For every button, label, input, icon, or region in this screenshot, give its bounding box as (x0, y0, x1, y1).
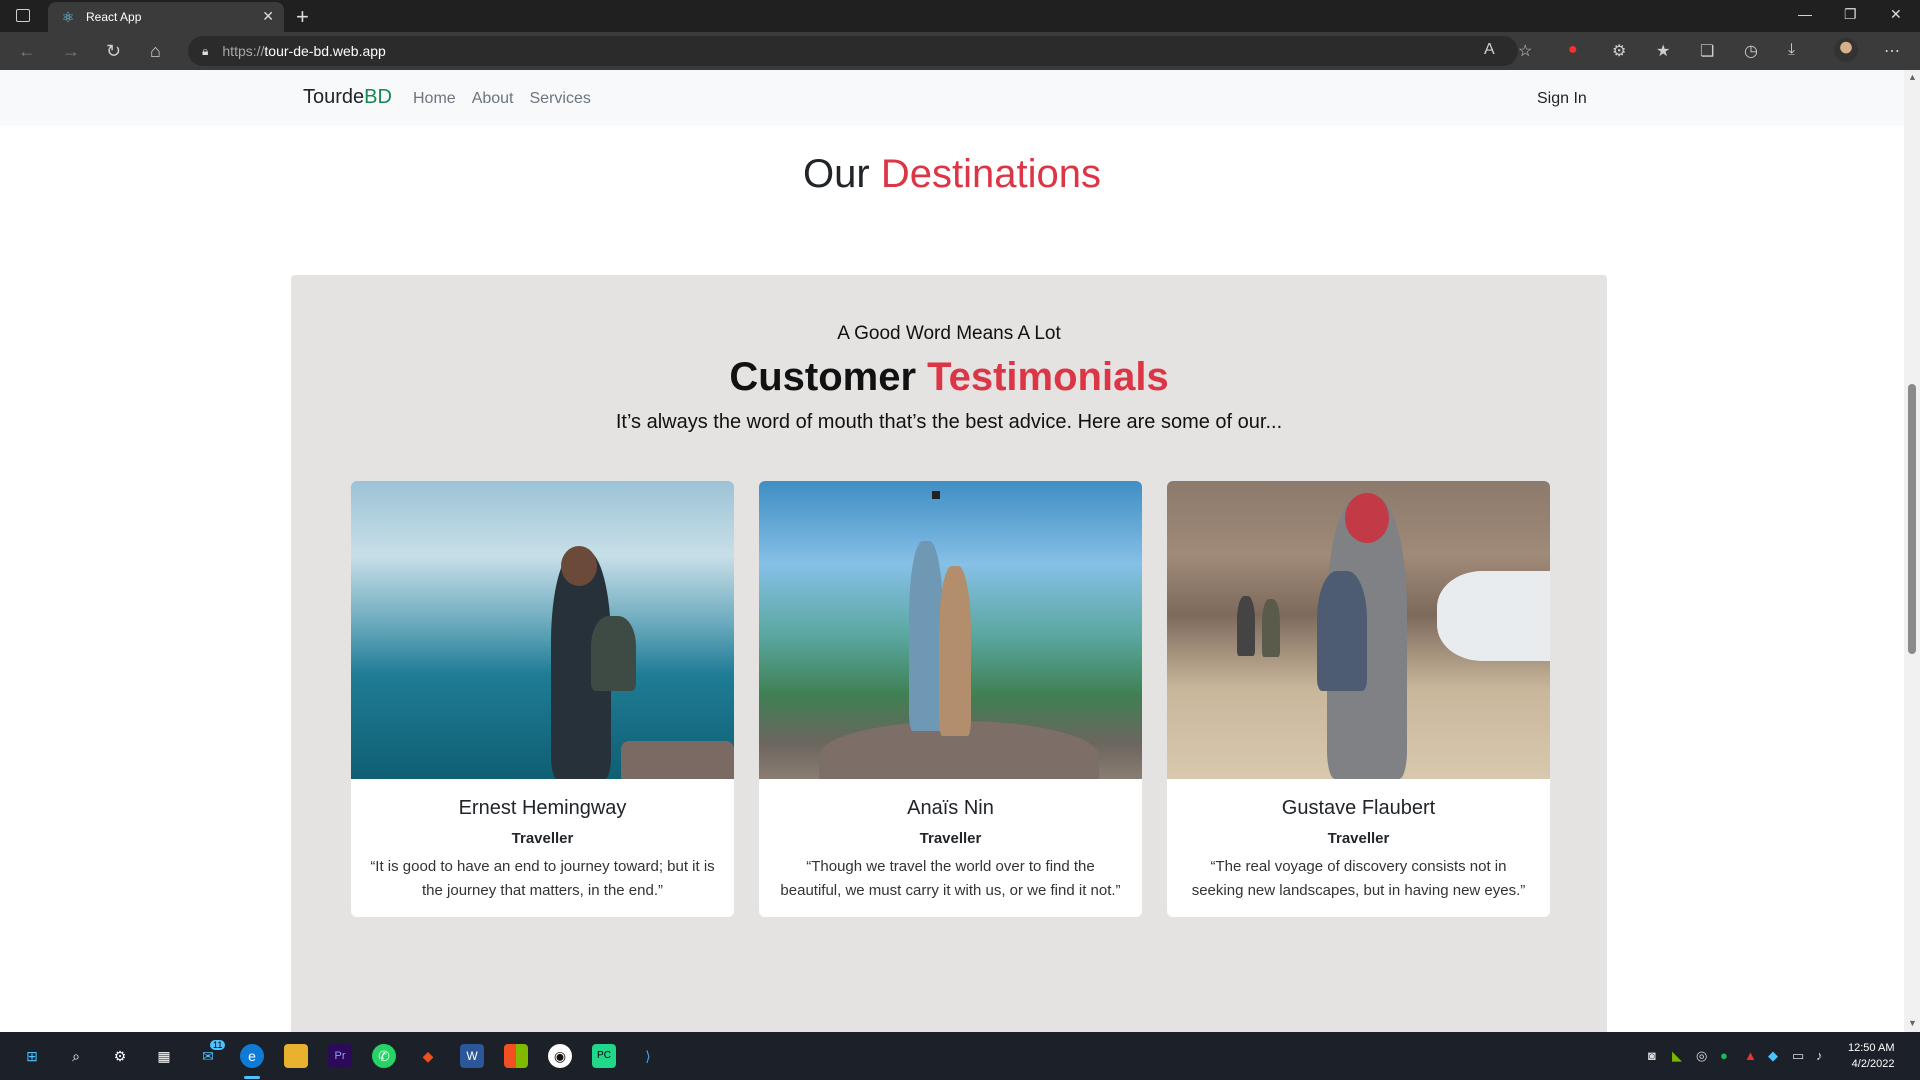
figma-icon[interactable]: ◆ (416, 1044, 440, 1068)
testimonial-name: Anaïs Nin (907, 797, 994, 819)
nav-link-services[interactable]: Services (530, 90, 591, 108)
testimonial-role: Traveller (511, 830, 574, 847)
word-icon[interactable]: W (460, 1044, 484, 1068)
address-bar[interactable]: 🔒︎ https:// tour-de-bd.web.app (188, 36, 1518, 66)
testimonial-role: Traveller (919, 830, 982, 847)
settings-icon[interactable]: ⚙ (108, 1044, 132, 1068)
web-page: TourdeBD Home About Services Sign In Our… (0, 70, 1904, 1032)
scroll-down-icon[interactable]: ▼ (1908, 1018, 1917, 1028)
testimonials-heading-part2: Testimonials (927, 355, 1169, 399)
react-favicon-icon: ⚛ (61, 9, 75, 25)
refresh-icon[interactable]: ↻ (106, 41, 121, 62)
nav-link-about[interactable]: About (472, 90, 514, 108)
volume-icon[interactable]: ♪ (1816, 1048, 1823, 1063)
testimonial-quote: “It is good to have an end to journey to… (370, 858, 715, 899)
collections-icon[interactable]: ❏ (1700, 41, 1714, 61)
discord-icon[interactable]: ◙ (1648, 1048, 1656, 1063)
spotify-icon[interactable]: ● (1720, 1048, 1728, 1063)
more-options-icon[interactable]: ⋯ (1884, 41, 1900, 61)
testimonials-heading-part1: Customer (729, 355, 917, 399)
testimonial-card: Ernest Hemingway Traveller “It is good t… (351, 481, 734, 917)
network-icon[interactable]: ▭ (1792, 1048, 1804, 1064)
destinations-heading-part2: Destinations (880, 152, 1101, 196)
downloads-icon[interactable]: ⤓ (1788, 41, 1795, 59)
brand-text-accent: BD (364, 86, 392, 108)
testimonials-heading: Customer Testimonials (291, 355, 1607, 400)
favorites-icon[interactable]: ★ (1656, 41, 1670, 61)
active-app-indicator (244, 1076, 260, 1079)
history-icon[interactable]: ◷ (1744, 41, 1758, 61)
scroll-up-icon[interactable]: ▲ (1908, 72, 1917, 82)
app-icon[interactable]: ◉ (548, 1044, 572, 1068)
extensions-icon[interactable]: ⚙ (1612, 41, 1626, 61)
page-scrollbar[interactable]: ▲ ▼ (1904, 70, 1920, 1032)
browser-tab[interactable]: ⚛ React App ✕ (48, 2, 284, 32)
home-icon[interactable]: ⌂ (150, 41, 161, 62)
windows-taskbar: ⊞ ⌕ ⚙ ▦ ✉ 11 e Pr ✆ ◆ W ◉ PC ⟩ ◙ ◣ ◎ ● ▲… (0, 1032, 1920, 1080)
forward-icon[interactable]: → (62, 41, 80, 62)
premiere-icon[interactable]: Pr (328, 1044, 352, 1068)
store-icon[interactable]: ▦ (152, 1044, 176, 1068)
testimonial-photo (351, 481, 734, 779)
minimize-icon[interactable]: — (1798, 6, 1812, 22)
whatsapp-icon[interactable]: ✆ (372, 1044, 396, 1068)
profile-avatar[interactable] (1834, 38, 1858, 62)
testimonial-card: Anaïs Nin Traveller “Though we travel th… (759, 481, 1142, 917)
search-icon[interactable]: ⌕ (64, 1044, 88, 1068)
url-protocol: https:// (222, 43, 265, 59)
edge-icon[interactable]: e (240, 1044, 264, 1068)
window-close-icon[interactable]: ✕ (1890, 6, 1902, 23)
browser-toolbar: ← → ↻ ⌂ 🔒︎ https:// tour-de-bd.web.app A… (0, 32, 1920, 70)
system-clock[interactable]: 12:50 AM 4/2/2022 (1848, 1040, 1894, 1072)
brand-text: Tourde (303, 86, 365, 108)
scrollbar-thumb[interactable] (1908, 384, 1916, 654)
testimonial-photo (759, 481, 1142, 779)
steam-icon[interactable]: ◎ (1696, 1048, 1707, 1064)
url-host: tour-de-bd.web.app (264, 43, 386, 59)
security-icon[interactable]: ◆ (1768, 1048, 1778, 1064)
sign-in-link[interactable]: Sign In (1537, 90, 1587, 108)
adobe-icon[interactable]: ▲ (1744, 1048, 1757, 1063)
clock-date: 4/2/2022 (1851, 1058, 1895, 1070)
testimonial-photo (1167, 481, 1550, 779)
tab-close-icon[interactable]: ✕ (262, 8, 274, 25)
tab-actions-icon[interactable] (16, 9, 30, 22)
new-tab-icon[interactable]: + (296, 4, 309, 30)
vscode-icon[interactable]: ⟩ (636, 1044, 660, 1068)
testimonial-name: Gustave Flaubert (1281, 797, 1436, 819)
extension-icon[interactable]: ● (1568, 41, 1578, 59)
restore-icon[interactable]: ❐ (1844, 6, 1857, 23)
site-brand[interactable]: TourdeBD (303, 86, 392, 109)
nvidia-icon[interactable]: ◣ (1672, 1048, 1682, 1064)
destinations-heading-part1: Our (803, 152, 870, 196)
nav-link-home[interactable]: Home (413, 90, 456, 108)
testimonial-quote: “The real voyage of discovery consists n… (1191, 858, 1526, 899)
clock-time: 12:50 AM (1848, 1042, 1895, 1054)
testimonials-subtitle: It’s always the word of mouth that’s the… (615, 411, 1283, 433)
tab-title: React App (86, 10, 142, 24)
destinations-heading: Our Destinations (0, 152, 1904, 197)
read-aloud-icon[interactable]: A (1484, 41, 1495, 59)
pycharm-icon[interactable]: PC (592, 1044, 616, 1068)
testimonial-name: Ernest Hemingway (458, 797, 627, 819)
back-icon[interactable]: ← (18, 41, 36, 62)
browser-tab-bar: ⚛ React App ✕ + — ❐ ✕ (0, 0, 1920, 32)
start-icon[interactable]: ⊞ (20, 1044, 44, 1068)
site-navbar: TourdeBD Home About Services Sign In (0, 70, 1904, 126)
testimonial-role: Traveller (1327, 830, 1390, 847)
file-explorer-icon[interactable] (284, 1044, 308, 1068)
lock-icon: 🔒︎ (202, 43, 209, 58)
add-favorite-icon[interactable]: ☆ (1518, 41, 1532, 61)
testimonial-card: Gustave Flaubert Traveller “The real voy… (1167, 481, 1550, 917)
testimonials-kicker: A Good Word Means A Lot (837, 323, 1061, 344)
microsoft-icon[interactable] (504, 1044, 528, 1068)
testimonial-quote: “Though we travel the world over to find… (780, 858, 1121, 899)
mail-badge: 11 (210, 1040, 226, 1050)
